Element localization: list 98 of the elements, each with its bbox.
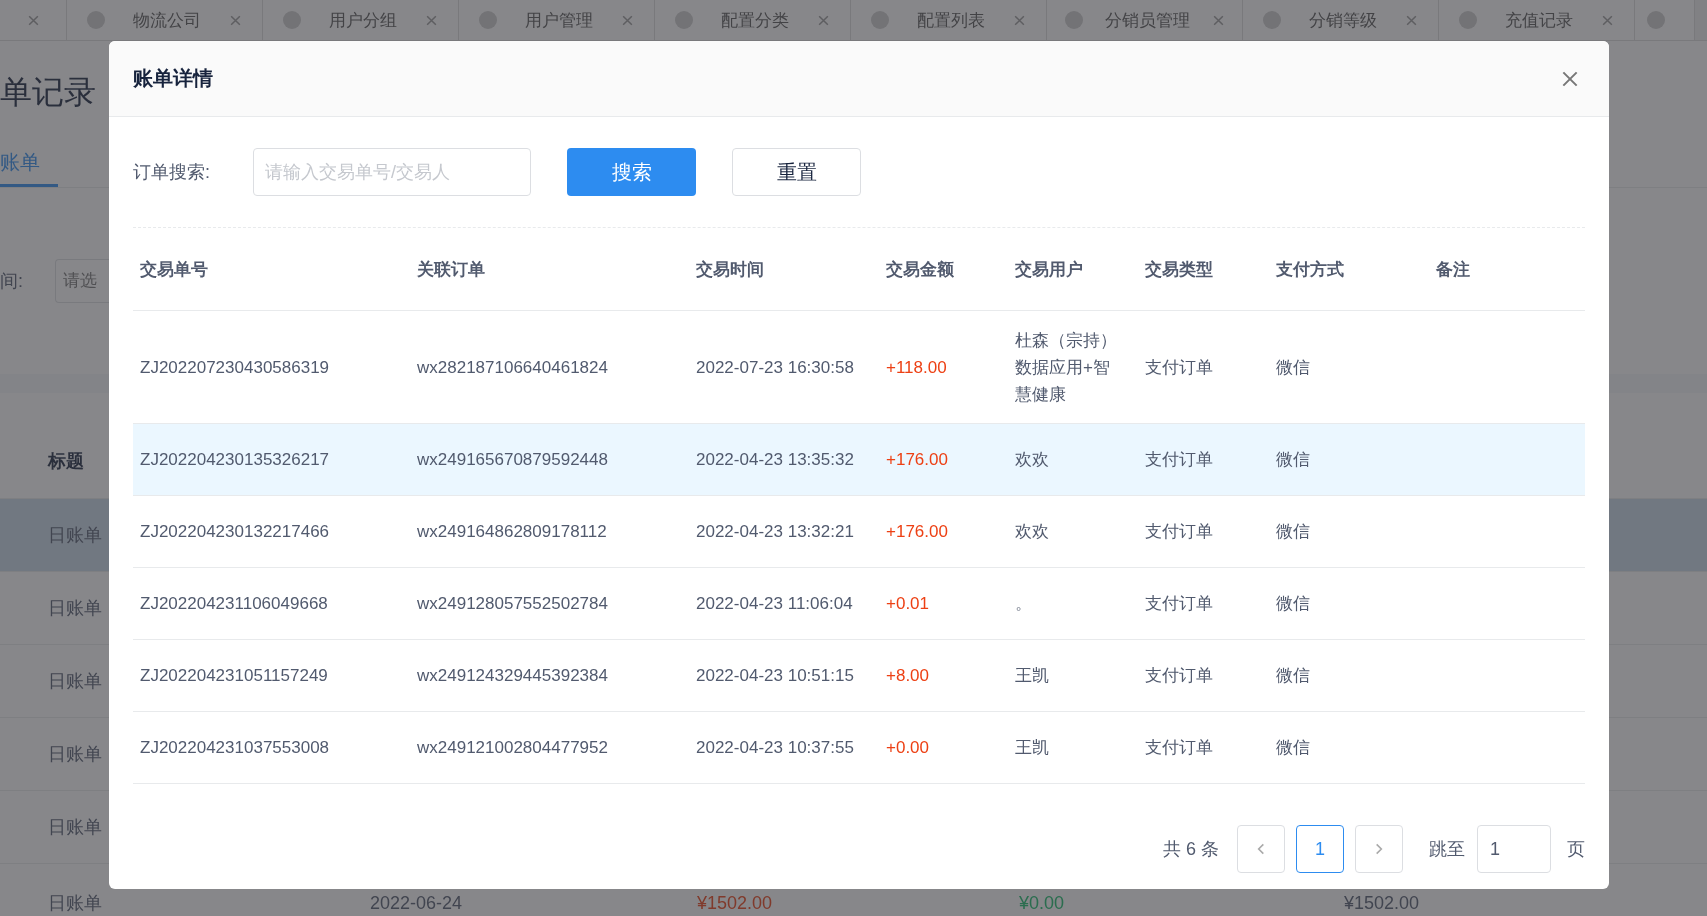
- close-icon: [1211, 13, 1225, 27]
- tab-label: 充值记录: [1504, 9, 1574, 32]
- search-button[interactable]: 搜索: [567, 148, 696, 196]
- table-cell: 2022-07-23 16:30:58: [696, 357, 854, 377]
- table-cell-text: 王凯: [1015, 737, 1050, 759]
- table-cell: +176.00: [886, 522, 948, 541]
- jump-label: 跳至: [1429, 838, 1465, 861]
- table-cell: 日账单: [48, 744, 102, 764]
- table-cell: wx282187106640461824: [417, 357, 608, 377]
- tab-label: 物流公司: [132, 9, 202, 32]
- table-cell: ZJ202204231051157249: [140, 666, 328, 685]
- tab-label: 配置列表: [916, 9, 986, 32]
- table-cell: ZJ202204231037553008: [140, 738, 330, 757]
- table-cell: 微信: [1276, 738, 1310, 757]
- next-page-button[interactable]: [1355, 825, 1403, 873]
- page-tab[interactable]: 分销员管理: [1047, 0, 1243, 40]
- table-cell: +0.00: [886, 738, 929, 757]
- column-header: 支付方式: [1275, 258, 1345, 281]
- tab-label: 配置分类: [720, 9, 790, 32]
- reset-button[interactable]: 重置: [732, 148, 861, 196]
- table-cell: +8.00: [886, 666, 929, 685]
- page-unit-label: 页: [1567, 838, 1585, 861]
- table-cell: 微信: [1276, 666, 1310, 685]
- page-tab[interactable]: 配置列表: [851, 0, 1047, 40]
- close-icon: [621, 13, 634, 27]
- tab-label: 分销员管理: [1104, 9, 1190, 32]
- table-cell: 支付订单: [1145, 450, 1213, 469]
- table-cell: +0.01: [886, 594, 929, 613]
- tab-label: 用户管理: [524, 9, 594, 32]
- close-icon: [229, 13, 242, 27]
- table-cell: +176.00: [886, 450, 948, 469]
- page-tab[interactable]: 用户管理: [459, 0, 655, 40]
- table-cell-text: 欢欢: [1015, 449, 1050, 471]
- page-button[interactable]: 1: [1296, 825, 1344, 873]
- page-field[interactable]: 1: [1477, 825, 1551, 873]
- table-cell-text: 欢欢: [1015, 521, 1050, 543]
- tab-label: 分销等级: [1308, 9, 1378, 32]
- table-cell: 支付订单: [1145, 357, 1213, 377]
- page-tab[interactable]: 充值记录: [1439, 0, 1635, 40]
- table-cell: 日账单: [48, 598, 102, 618]
- dialog-title: 账单详情: [133, 66, 213, 91]
- table-cell: wx249165670879592448: [417, 450, 608, 469]
- search-label: 订单搜索:: [133, 161, 211, 184]
- table-cell: ¥1502.00: [1344, 893, 1420, 913]
- table-cell: 2022-04-23 10:37:55: [696, 738, 854, 757]
- table-cell: ¥0.00: [1019, 893, 1065, 913]
- table-cell: ZJ202204230135326217: [140, 450, 330, 469]
- close-icon: [26, 13, 40, 27]
- column-header: 交易金额: [885, 258, 955, 281]
- column-header: 关联订单: [416, 258, 486, 281]
- page-tab[interactable]: 用户分组: [263, 0, 459, 40]
- table-cell-text: 。: [1015, 593, 1033, 615]
- table-cell-text: 王凯: [1015, 665, 1050, 687]
- table-cell: 微信: [1276, 450, 1310, 469]
- column-header: 交易用户: [1014, 258, 1084, 281]
- table-cell: 支付订单: [1145, 594, 1213, 613]
- table-cell: ZJ202207230430586319: [140, 357, 330, 377]
- column-header: 交易单号: [139, 258, 209, 281]
- column-header: 备注: [1435, 258, 1471, 281]
- table-cell: 日账单: [48, 893, 102, 913]
- table-cell: 微信: [1276, 594, 1310, 613]
- table-cell: 日账单: [48, 671, 102, 691]
- table-cell: 2022-04-23 13:35:32: [696, 450, 854, 469]
- table-cell: 支付订单: [1145, 738, 1213, 757]
- table-cell: 支付订单: [1145, 522, 1213, 541]
- column-header: 交易类型: [1144, 258, 1214, 281]
- table-cell: wx249128057552502784: [417, 594, 608, 613]
- close-icon: [425, 13, 438, 27]
- table-cell: 支付订单: [1145, 666, 1213, 685]
- table-cell: wx249124329445392384: [417, 666, 608, 685]
- table-cell: 日账单: [48, 817, 102, 837]
- close-icon: [1013, 13, 1026, 27]
- page-tab[interactable]: 物流公司: [67, 0, 263, 40]
- column-header: 交易时间: [695, 258, 765, 281]
- table-cell: 微信: [1276, 357, 1310, 377]
- total-count: 共 6 条: [1163, 838, 1219, 861]
- table-cell: 2022-06-24: [370, 893, 463, 913]
- table-cell: +118.00: [886, 357, 947, 377]
- close-icon: [1405, 13, 1418, 27]
- page-tab[interactable]: 分销等级: [1243, 0, 1439, 40]
- page-tab[interactable]: 配置分类: [655, 0, 851, 40]
- table-cell: ¥1502.00: [697, 893, 773, 913]
- table-cell: 微信: [1276, 522, 1310, 541]
- column-header: 标题: [46, 449, 84, 473]
- filter-label: 间:: [0, 270, 24, 293]
- close-icon: [1601, 13, 1614, 27]
- table-cell: wx249164862809178112: [417, 522, 607, 541]
- table-cell: 2022-04-23 13:32:21: [696, 522, 854, 541]
- table-cell: ZJ202204230132217466: [140, 522, 330, 541]
- table-cell: 2022-04-23 11:06:04: [696, 594, 853, 613]
- table-cell-text: 杜森（宗持）数据应用+智慧健康: [1015, 329, 1118, 406]
- table-cell: ZJ202204231106049668: [140, 594, 328, 613]
- close-icon: [817, 13, 830, 27]
- previous-page-button[interactable]: [1237, 825, 1285, 873]
- table-cell: wx249121002804477952: [417, 738, 608, 757]
- table-cell: 2022-04-23 10:51:15: [696, 666, 854, 685]
- search-field[interactable]: 请输入交易单号/交易人: [253, 148, 531, 196]
- tab-label: 用户分组: [328, 9, 398, 32]
